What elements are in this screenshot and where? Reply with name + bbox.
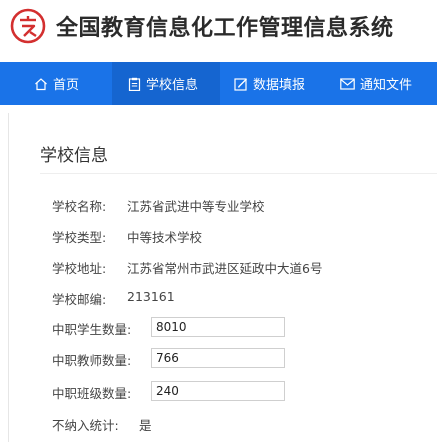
exclude-stat-label: 不纳入统计: xyxy=(52,418,119,433)
nav-item-label: 首页 xyxy=(53,78,80,93)
nav-item-data-entry[interactable]: 数据填报 xyxy=(234,62,324,105)
nav-item-label: 通知文件 xyxy=(360,78,413,93)
app-title: 全国教育信息化工作管理信息系统 xyxy=(56,16,394,41)
school-type-label: 学校类型: xyxy=(52,230,107,245)
mail-icon xyxy=(340,77,355,90)
logo-icon xyxy=(10,8,46,44)
app-header: 全国教育信息化工作管理信息系统 xyxy=(0,0,437,62)
class-count-label: 中职班级数量: xyxy=(52,386,132,401)
nav-item-label: 学校信息 xyxy=(146,78,199,93)
school-address-value: 江苏省常州市武进区延政中大道6号 xyxy=(127,261,323,276)
student-count-field[interactable] xyxy=(151,317,285,337)
nav-item-home[interactable]: 首页 xyxy=(34,62,104,105)
school-postcode-label: 学校邮编: xyxy=(52,292,107,307)
exclude-stat-value: 是 xyxy=(139,418,152,433)
school-name-label: 学校名称: xyxy=(52,199,107,214)
school-name-value: 江苏省武进中等专业学校 xyxy=(127,199,265,214)
nav-item-school-info[interactable]: 学校信息 xyxy=(112,62,220,105)
school-address-label: 学校地址: xyxy=(52,261,107,276)
nav-item-label: 数据填报 xyxy=(253,78,306,93)
school-postcode-value: 213161 xyxy=(127,289,175,304)
school-type-value: 中等技术学校 xyxy=(127,230,203,245)
student-count-label: 中职学生数量: xyxy=(52,322,132,337)
clipboard-icon xyxy=(128,77,141,91)
edit-icon xyxy=(234,77,247,91)
section-title: 学校信息 xyxy=(40,146,108,166)
nav-item-notices[interactable]: 通知文件 xyxy=(340,62,437,105)
teacher-count-field[interactable] xyxy=(151,348,285,368)
home-icon xyxy=(35,77,47,90)
teacher-count-label: 中职教师数量: xyxy=(52,353,132,368)
section-divider xyxy=(40,173,437,174)
class-count-field[interactable] xyxy=(151,381,285,401)
